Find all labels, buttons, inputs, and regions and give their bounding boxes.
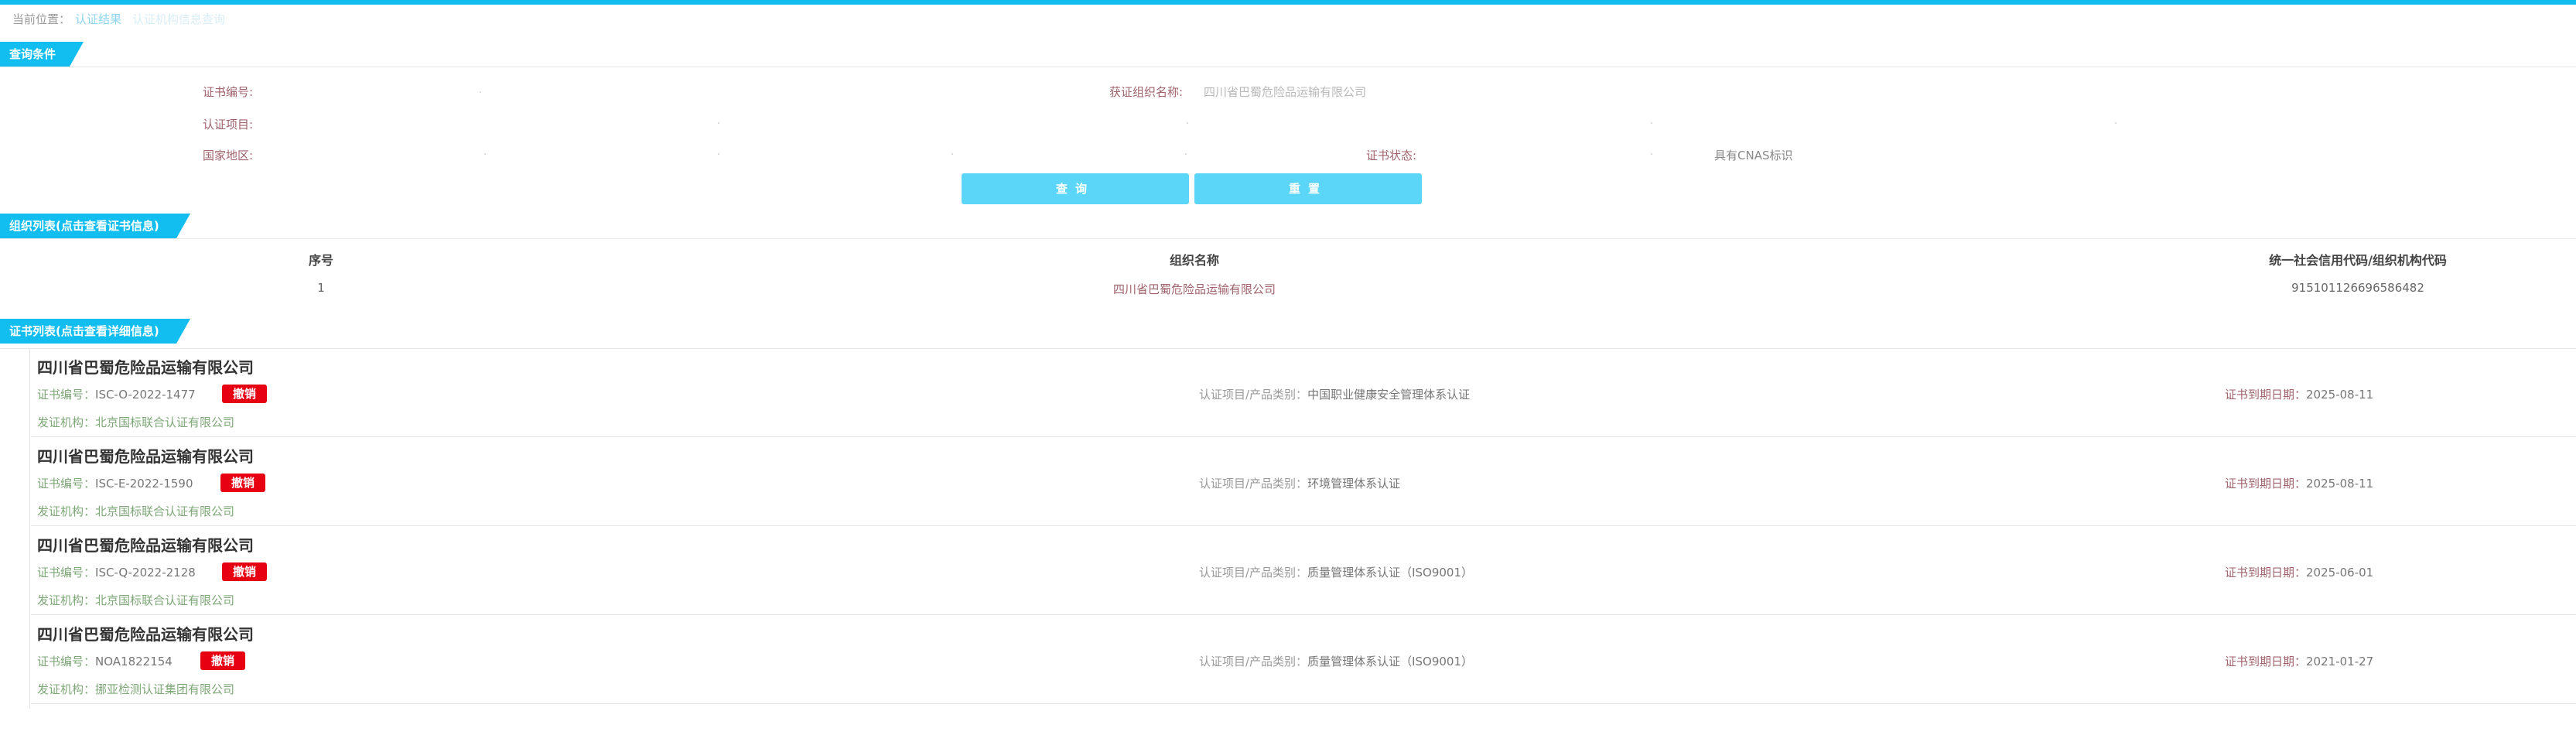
top-accent-bar [0, 0, 2576, 5]
org-name-input[interactable]: 四川省巴蜀危险品运输有限公司 [1204, 84, 1366, 100]
cert-no-label: 证书编号： [37, 655, 96, 668]
breadcrumb-link-results[interactable]: 认证结果 [75, 12, 121, 26]
status-badge-revoked: 撤销 [222, 385, 268, 403]
issuer-value: 挪亚检测认证集团有限公司 [95, 682, 235, 696]
cert-item-value: 中国职业健康安全管理体系认证 [1307, 388, 1471, 402]
cert-card[interactable]: 四川省巴蜀危险品运输有限公司 证书编号：NOA1822154 撤销 认证项目/产… [31, 616, 2576, 704]
country-select-part4[interactable] [1185, 153, 1187, 155]
cert-card[interactable]: 四川省巴蜀危险品运输有限公司 证书编号：ISC-Q-2022-2128 撤销 认… [31, 527, 2576, 615]
issuer-label: 发证机构： [37, 415, 96, 429]
expiry-label: 证书到期日期： [2225, 388, 2307, 402]
breadcrumb: 当前位置： 认证结果 认证机构信息查询 [12, 11, 225, 27]
cert-item-label: 认证项目/产品类别： [1199, 388, 1308, 402]
cert-item-value: 质量管理体系认证（ISO9001） [1307, 655, 1473, 668]
org-name-label: 获证组织名称: [1109, 85, 1184, 99]
cert-no-value: ISC-O-2022-1477 [95, 388, 196, 402]
cert-card-org-name[interactable]: 四川省巴蜀危险品运输有限公司 [37, 355, 254, 378]
org-row-index[interactable]: 1 [317, 281, 325, 295]
cert-card[interactable]: 四川省巴蜀危险品运输有限公司 证书编号：ISC-E-2022-1590 撤销 认… [31, 438, 2576, 526]
cert-no-label: 证书编号： [37, 566, 96, 580]
org-list-divider [0, 238, 2576, 239]
expiry-value: 2025-08-11 [2306, 388, 2374, 402]
expiry-value: 2025-08-11 [2306, 477, 2374, 491]
cert-card-org-name[interactable]: 四川省巴蜀危险品运输有限公司 [37, 622, 254, 645]
search-button[interactable]: 查询 [962, 173, 1189, 204]
cert-card[interactable]: 四川省巴蜀危险品运输有限公司 证书编号：ISC-O-2022-1477 撤销 认… [31, 349, 2576, 437]
status-label: 证书状态: [1366, 149, 1417, 162]
country-select-part2[interactable] [718, 153, 719, 155]
cert-item-label: 认证项目: [203, 118, 254, 132]
reset-button[interactable]: 重置 [1194, 173, 1422, 204]
cert-item-value: 质量管理体系认证（ISO9001） [1307, 566, 1473, 580]
cert-no-value: NOA1822154 [95, 655, 173, 668]
issuer-label: 发证机构： [37, 593, 96, 607]
issuer-value: 北京国标联合认证有限公司 [95, 593, 235, 607]
status-select[interactable] [1651, 153, 1652, 155]
cert-list-section-title: 证书列表(点击查看详细信息) [0, 319, 190, 344]
org-table-header-code: 统一社会信用代码/组织机构代码 [2269, 253, 2447, 268]
expiry-value: 2025-06-01 [2306, 566, 2374, 580]
issuer-label: 发证机构： [37, 504, 96, 518]
org-table-header-index: 序号 [308, 253, 334, 268]
cert-no-label: 证书编号： [37, 477, 96, 491]
expiry-label: 证书到期日期： [2225, 566, 2307, 580]
cert-no-value: ISC-Q-2022-2128 [95, 566, 196, 580]
org-list-section-title: 组织列表(点击查看证书信息) [0, 214, 190, 238]
issuer-label: 发证机构： [37, 682, 96, 696]
cert-list-left-border [29, 348, 30, 709]
status-badge-revoked: 撤销 [200, 651, 246, 670]
cert-no-input[interactable] [480, 91, 481, 93]
cert-item-label: 认证项目/产品类别： [1199, 655, 1308, 668]
cert-item-label: 认证项目/产品类别： [1199, 566, 1308, 580]
country-select-part3[interactable] [951, 153, 953, 155]
org-row-code[interactable]: 915101126696586482 [2291, 281, 2424, 295]
cert-no-label: 证书编号： [37, 388, 96, 402]
cert-item-select-part4[interactable] [2115, 122, 2116, 124]
expiry-label: 证书到期日期： [2225, 655, 2307, 668]
cert-no-label: 证书编号: [203, 85, 254, 99]
cert-no-value: ISC-E-2022-1590 [95, 477, 193, 491]
expiry-label: 证书到期日期： [2225, 477, 2307, 491]
org-table-header-name: 组织名称 [1169, 253, 1220, 268]
query-section-title: 查询条件 [0, 42, 84, 67]
status-badge-revoked: 撤销 [222, 562, 268, 581]
cert-item-value: 环境管理体系认证 [1307, 477, 1401, 491]
cert-item-select-part2[interactable] [1187, 122, 1188, 124]
cert-card-org-name[interactable]: 四川省巴蜀危险品运输有限公司 [37, 444, 254, 467]
cnas-checkbox-label[interactable]: 具有CNAS标识 [1714, 147, 1792, 163]
country-select-part1[interactable] [484, 153, 486, 155]
breadcrumb-label: 当前位置： [12, 12, 71, 26]
org-row-name[interactable]: 四川省巴蜀危险品运输有限公司 [1113, 281, 1276, 297]
cert-card-org-name[interactable]: 四川省巴蜀危险品运输有限公司 [37, 533, 254, 556]
status-badge-revoked: 撤销 [220, 474, 266, 492]
cert-item-select-part3[interactable] [1651, 122, 1652, 124]
issuer-value: 北京国标联合认证有限公司 [95, 504, 235, 518]
country-label: 国家地区: [203, 149, 254, 162]
cert-item-label: 认证项目/产品类别： [1199, 477, 1308, 491]
expiry-value: 2021-01-27 [2306, 655, 2374, 668]
cert-item-select-part1[interactable] [718, 122, 719, 124]
issuer-value: 北京国标联合认证有限公司 [95, 415, 235, 429]
breadcrumb-current: 认证机构信息查询 [132, 12, 226, 26]
